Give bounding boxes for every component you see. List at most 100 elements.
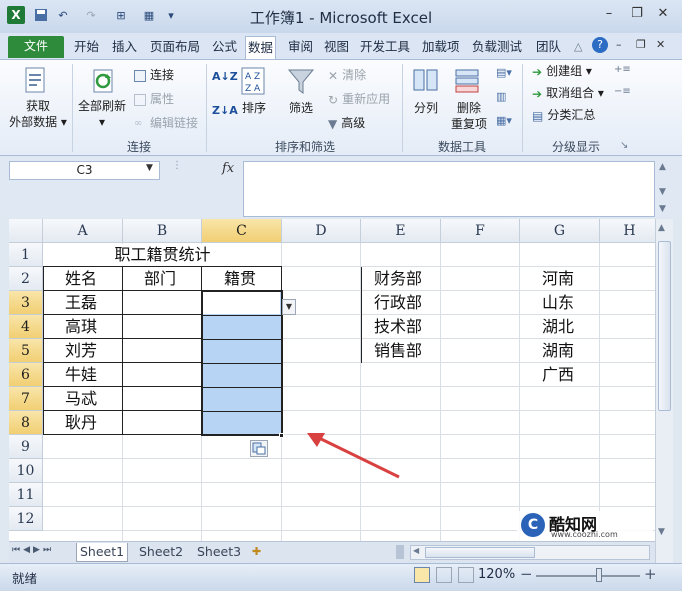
normal-view-icon[interactable]: [414, 567, 430, 583]
sheet-tab-1[interactable]: Sheet1: [76, 543, 129, 562]
doc-restore-icon[interactable]: ❐: [636, 38, 646, 51]
what-if-icon[interactable]: ▦▾: [496, 114, 512, 127]
zoom-slider-track[interactable]: [536, 575, 640, 577]
tab-split-handle[interactable]: [396, 545, 404, 559]
paste-options-icon[interactable]: [250, 440, 268, 457]
tab-file[interactable]: 文件: [8, 36, 64, 58]
column-header-f[interactable]: F: [441, 219, 520, 243]
tab-data[interactable]: 数据: [245, 36, 277, 60]
tab-formulas[interactable]: 公式: [210, 38, 239, 58]
zoom-slider-thumb[interactable]: [596, 568, 602, 582]
group-button[interactable]: ➔ 创建组 ▾: [532, 62, 592, 80]
column-header-e[interactable]: E: [361, 219, 441, 243]
sort-descending-button[interactable]: Z↓A: [212, 104, 238, 117]
row-header-4[interactable]: 4: [9, 315, 43, 339]
show-detail-icon[interactable]: +≡: [614, 64, 631, 75]
tab-review[interactable]: 审阅: [286, 38, 315, 58]
ungroup-button[interactable]: ➔ 取消组合 ▾: [532, 84, 604, 102]
outline-dialog-launcher-icon[interactable]: ↘: [620, 140, 628, 151]
insert-sheet-icon[interactable]: ✚: [252, 545, 261, 558]
scroll-down-icon[interactable]: ▼: [658, 527, 665, 537]
tab-home[interactable]: 开始: [72, 38, 101, 58]
row-header-10[interactable]: 10: [9, 459, 43, 483]
row-header-8[interactable]: 8: [9, 411, 43, 435]
name-box-dropdown-icon[interactable]: ▼: [146, 163, 153, 173]
formula-scroll-down-icon[interactable]: ▼: [659, 187, 666, 197]
row-header-11[interactable]: 11: [9, 483, 43, 507]
get-external-data-button[interactable]: 获取 外部数据 ▾: [6, 98, 70, 130]
tab-page-layout[interactable]: 页面布局: [148, 38, 202, 58]
validation-dropdown-icon[interactable]: ▼: [282, 299, 296, 315]
column-header-h[interactable]: H: [600, 219, 655, 243]
filter-button[interactable]: 筛选: [282, 100, 320, 116]
row-header-7[interactable]: 7: [9, 387, 43, 411]
insert-function-button[interactable]: fx: [222, 161, 234, 176]
tab-insert[interactable]: 插入: [110, 38, 139, 58]
tab-developer[interactable]: 开发工具: [358, 38, 412, 58]
sort-button[interactable]: 排序: [236, 100, 272, 116]
fill-handle[interactable]: [279, 433, 284, 438]
tab-team[interactable]: 团队: [534, 38, 563, 58]
tab-addins[interactable]: 加载项: [420, 38, 462, 58]
formula-input[interactable]: [243, 161, 655, 217]
sheet-tab-3[interactable]: Sheet3: [194, 543, 244, 562]
remove-duplicates-button[interactable]: 删除 重复项: [444, 100, 494, 132]
row-header-1[interactable]: 1: [9, 243, 43, 267]
row-header-2[interactable]: 2: [9, 267, 43, 291]
column-header-g[interactable]: G: [520, 219, 600, 243]
group-label-data-tools: 数据工具: [437, 140, 486, 154]
subtotal-button[interactable]: ▤ 分类汇总: [532, 106, 595, 124]
advanced-filter-button[interactable]: ▼ 高级: [328, 114, 365, 132]
tab-load-test[interactable]: 负载测试: [470, 38, 524, 58]
clear-filter-button[interactable]: ✕ 清除: [328, 66, 366, 84]
text-to-columns-button[interactable]: 分列: [406, 100, 446, 116]
formula-expand-icon[interactable]: ▼: [659, 204, 666, 214]
row-header-3[interactable]: 3: [9, 291, 43, 315]
h-scroll-thumb[interactable]: [425, 547, 535, 558]
data-validation-icon[interactable]: ▤▾: [496, 66, 512, 79]
sheet-tab-2[interactable]: Sheet2: [136, 543, 186, 562]
column-header-b[interactable]: B: [123, 219, 202, 243]
group-label-sort-filter: 排序和筛选: [274, 140, 335, 154]
restore-button[interactable]: ❐: [624, 4, 650, 24]
row-header-12[interactable]: 12: [9, 507, 43, 531]
active-cell-c3[interactable]: [203, 292, 280, 314]
row-header-6[interactable]: 6: [9, 363, 43, 387]
edit-links-button[interactable]: ∞ 编辑链接: [134, 114, 198, 132]
scroll-up-icon[interactable]: ▲: [658, 223, 665, 233]
zoom-out-button[interactable]: −: [520, 565, 533, 583]
column-header-c[interactable]: C: [202, 219, 282, 243]
sheet-nav-icons[interactable]: ⏮◀▶⏭: [12, 545, 54, 555]
column-header-a[interactable]: A: [43, 219, 123, 243]
row-header-5[interactable]: 5: [9, 339, 43, 363]
row-header-9[interactable]: 9: [9, 435, 43, 459]
refresh-all-button[interactable]: 全部刷新 ▾: [74, 98, 130, 130]
zoom-level[interactable]: 120%: [478, 567, 515, 582]
connections-button[interactable]: 连接: [134, 66, 174, 84]
horizontal-scrollbar[interactable]: ◀: [410, 545, 650, 560]
scroll-left-icon[interactable]: ◀: [413, 546, 419, 555]
vertical-scrollbar[interactable]: ▲ ▼: [655, 219, 673, 563]
formula-bar-grip-icon: ⋮: [172, 160, 182, 171]
zoom-in-button[interactable]: +: [644, 565, 657, 583]
tab-view[interactable]: 视图: [322, 38, 351, 58]
select-all-button[interactable]: [9, 219, 43, 243]
reapply-button[interactable]: ↻ 重新应用: [328, 90, 390, 108]
minimize-button[interactable]: –: [596, 4, 622, 24]
doc-minimize-icon[interactable]: –: [616, 38, 622, 51]
page-break-view-icon[interactable]: [458, 567, 474, 583]
properties-button[interactable]: 属性: [134, 90, 174, 108]
consolidate-icon[interactable]: ▥: [496, 90, 506, 103]
scroll-thumb[interactable]: [658, 241, 671, 411]
hide-detail-icon[interactable]: −≡: [614, 86, 631, 97]
ribbon-minimize-icon[interactable]: △: [574, 40, 582, 53]
name-box[interactable]: C3: [9, 161, 160, 180]
column-header-d[interactable]: D: [282, 219, 361, 243]
page-layout-view-icon[interactable]: [436, 567, 452, 583]
doc-close-icon[interactable]: ✕: [656, 38, 665, 51]
help-icon[interactable]: ?: [592, 37, 608, 53]
worksheet-grid[interactable]: A B C D E F G H 1 2 3 4 5 6 7 8 9 10 11 …: [9, 219, 655, 541]
close-button[interactable]: ✕: [650, 4, 676, 24]
sort-ascending-button[interactable]: A↓Z: [212, 70, 238, 83]
formula-scroll-up-icon[interactable]: ▲: [659, 162, 666, 172]
